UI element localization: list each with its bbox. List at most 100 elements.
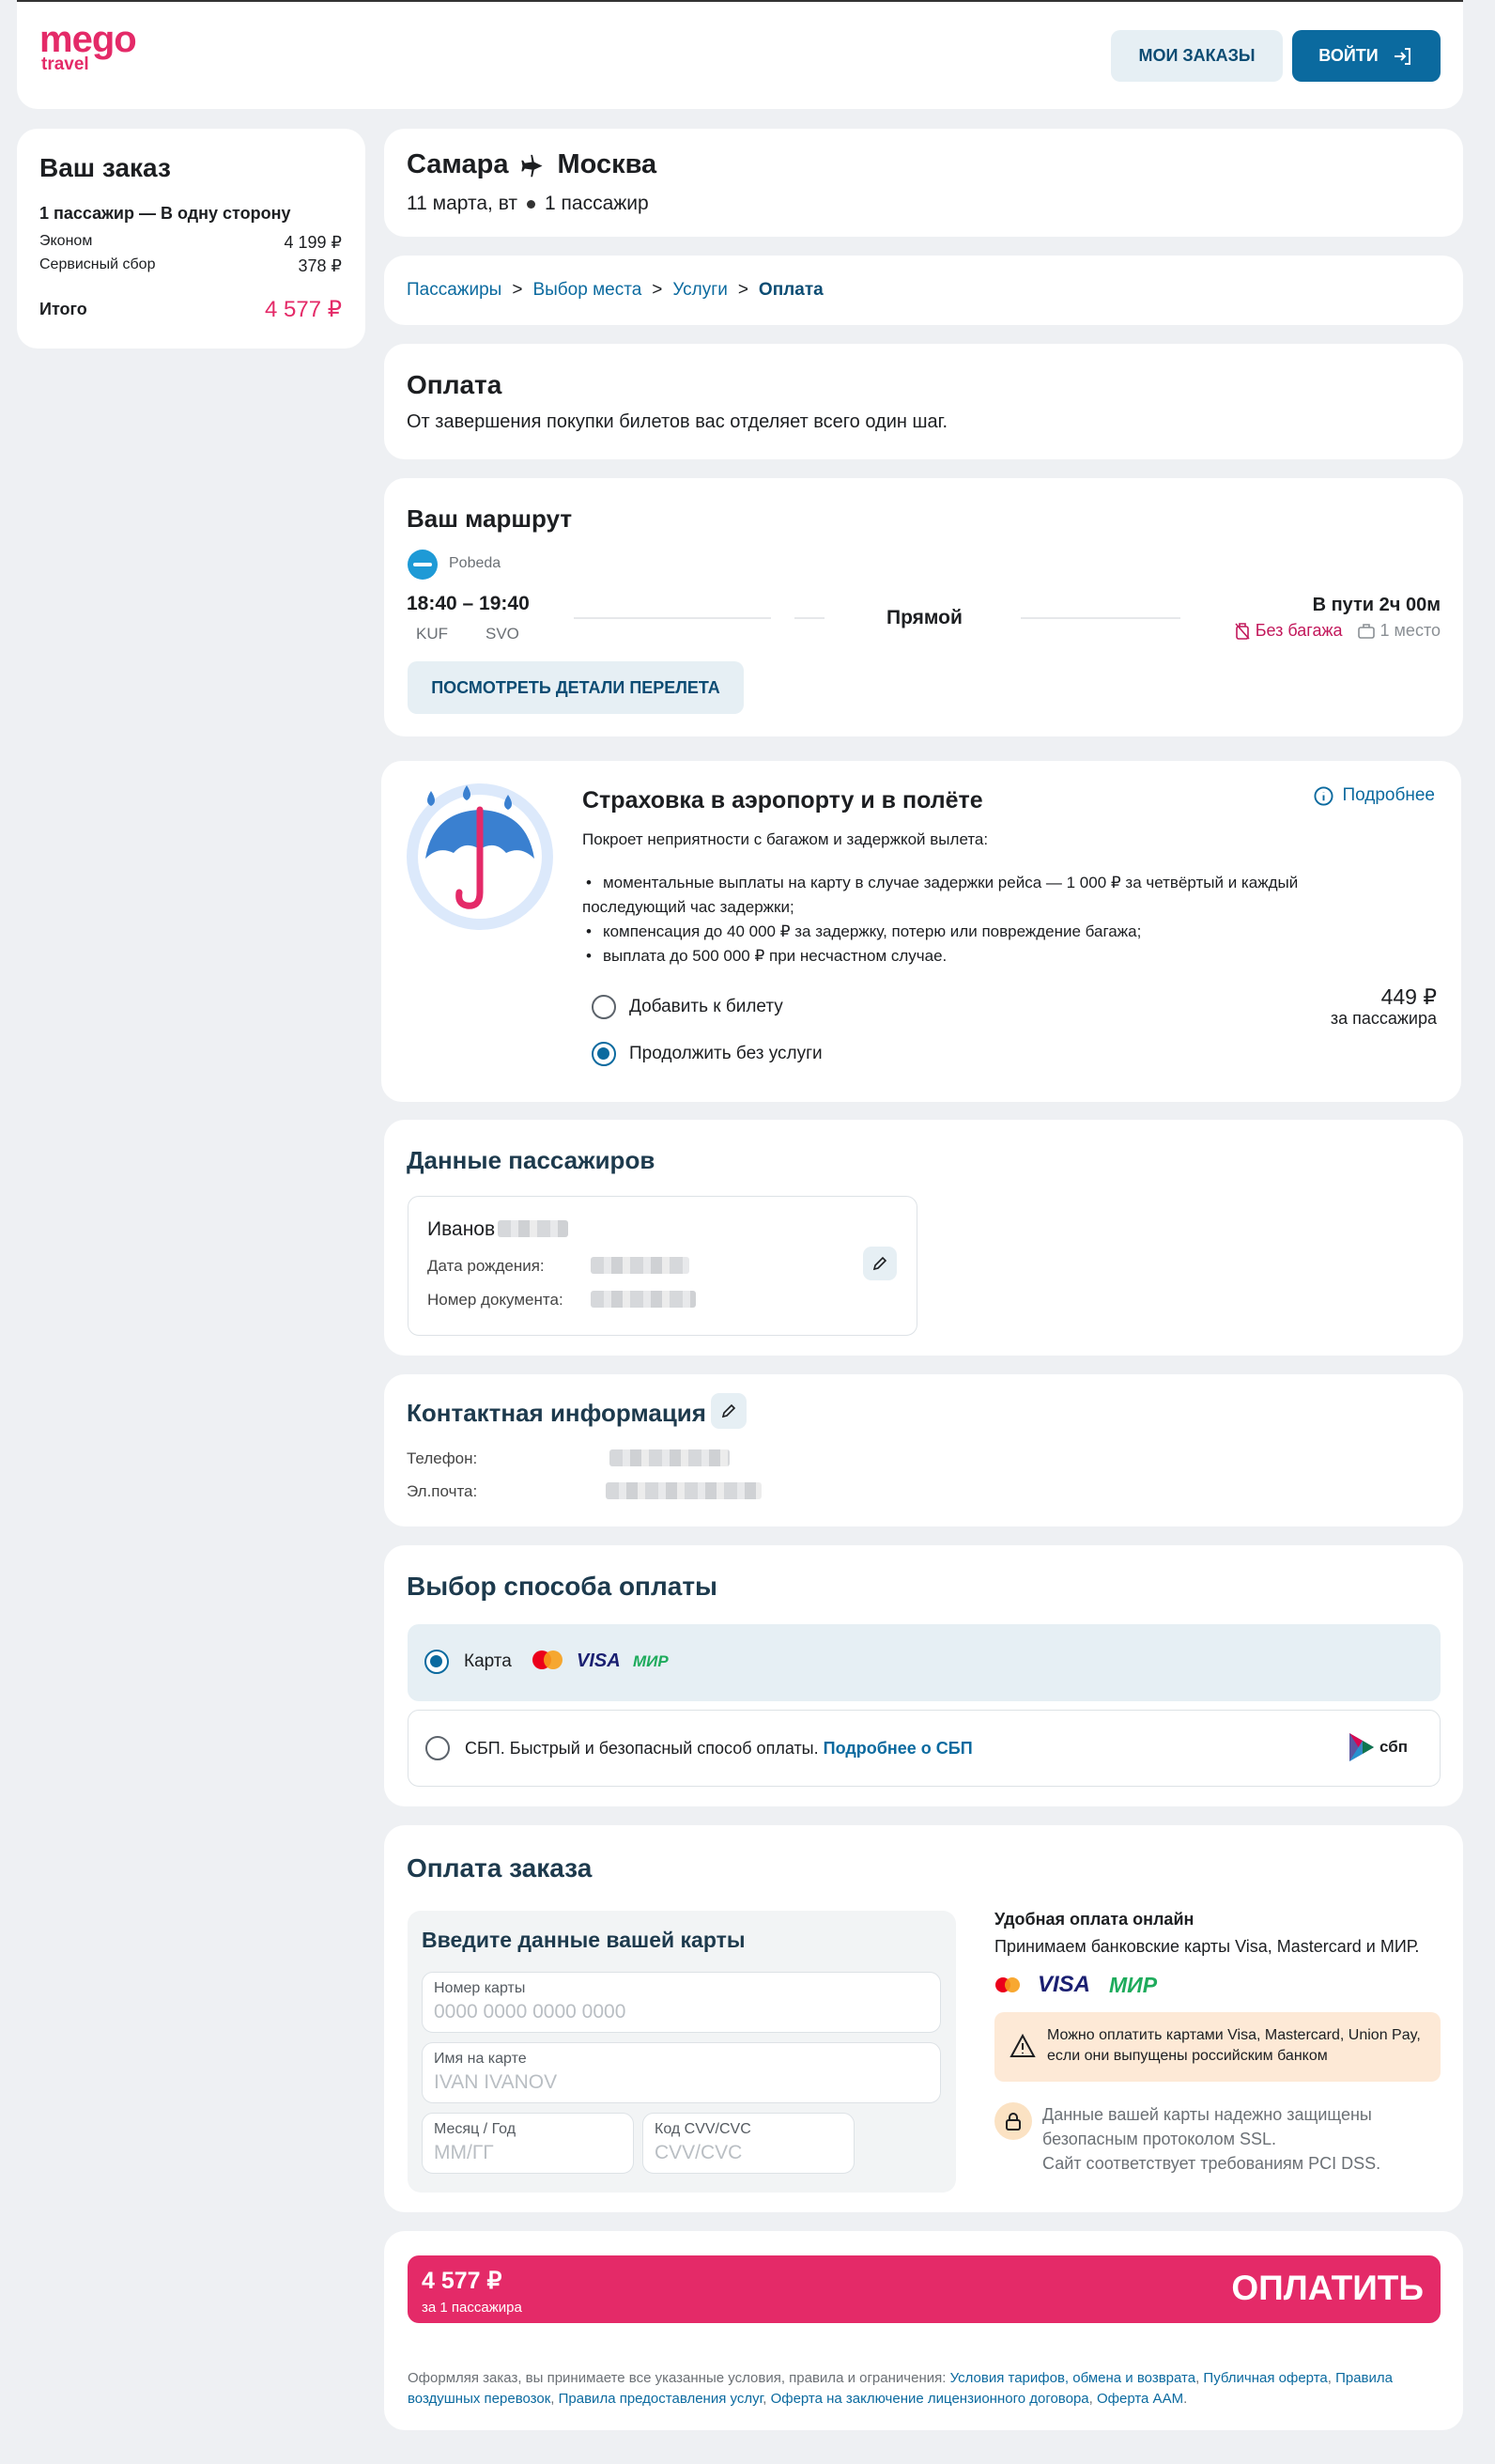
method-card-option[interactable]: Карта VISA МИР <box>408 1624 1441 1701</box>
sbp-more-link[interactable]: Подробнее о СБП <box>824 1739 973 1758</box>
login-icon <box>1394 47 1410 65</box>
terms-prefix: Оформляя заказ, вы принимаете все указан… <box>408 2370 947 2386</box>
pencil-icon <box>721 1403 736 1418</box>
flight-details-button[interactable]: ПОСМОТРЕТЬ ДЕТАЛИ ПЕРЕЛЕТА <box>408 661 744 714</box>
mastercard-icon <box>995 1977 1020 1992</box>
card-expiry-placeholder: ММ/ГГ <box>434 2142 494 2163</box>
insurance-title: Страховка в аэропорту и в полёте <box>582 787 983 814</box>
route-card-title: Ваш маршрут <box>407 504 573 533</box>
info-icon <box>1314 785 1333 806</box>
insurance-add-radio[interactable] <box>592 995 616 1019</box>
handbag-label: 1 место <box>1379 621 1441 640</box>
pay-button[interactable]: 4 577 ₽ за 1 пассажира ОПЛАТИТЬ <box>408 2255 1441 2323</box>
flight-details-label: ПОСМОТРЕТЬ ДЕТАЛИ ПЕРЕЛЕТА <box>431 677 720 697</box>
route-cities: Самара Москва <box>407 149 656 180</box>
order-line-economy: Эконом 4 199 ₽ <box>39 233 342 253</box>
sbp-radio[interactable] <box>425 1736 450 1760</box>
edit-contact-button[interactable] <box>711 1393 747 1429</box>
from-city: Самара <box>407 149 509 179</box>
breadcrumb-separator: > <box>512 280 523 300</box>
order-total: Итого 4 577 ₽ <box>39 296 342 323</box>
terms-link-service-rules[interactable]: Правила предоставления услуг <box>559 2391 763 2407</box>
baggage-info: Без багажа 1 место <box>1235 621 1441 641</box>
card-cvv-placeholder: CVV/CVC <box>655 2142 743 2163</box>
handbag-icon <box>1357 623 1375 639</box>
mastercard-icon <box>532 1650 563 1669</box>
login-button[interactable]: ВОЙТИ <box>1292 30 1441 82</box>
email-label: Эл.почта: <box>407 1482 478 1500</box>
terms-text: Оформляя заказ, вы принимаете все указан… <box>408 2370 1393 2407</box>
payment-intro-text: От завершения покупки билетов вас отделя… <box>407 411 948 432</box>
mir-icon: МИР <box>1109 1973 1158 1997</box>
passengers-title: Данные пассажиров <box>407 1146 655 1174</box>
card-number-label: Номер карты <box>434 1980 526 1996</box>
passenger-name-blur <box>498 1220 568 1237</box>
insurance-skip-radio[interactable] <box>592 1042 616 1066</box>
sbp-logo-text: сбп <box>1379 1738 1408 1756</box>
breadcrumb-services[interactable]: Услуги <box>672 280 727 301</box>
route-date: 11 марта, вт <box>407 193 518 214</box>
terms-link-offer[interactable]: Публичная оферта <box>1203 2370 1327 2386</box>
benefit-item: • компенсация до 40 000 ₽ за задержку, по… <box>586 922 1142 940</box>
contact-card: Контактная информация Телефон: Эл.почта: <box>384 1374 1463 1526</box>
total-value: 4 577 ₽ <box>265 297 342 322</box>
insurance-intro: Покроет неприятности с багажом и задержк… <box>582 830 989 848</box>
card-expiry-field[interactable]: Месяц / Год ММ/ГГ <box>422 2113 634 2174</box>
flight-times: 18:40 – 19:40 <box>407 593 530 614</box>
logo[interactable]: mego travel <box>39 19 137 73</box>
payment-intro-title: Оплата <box>407 370 502 399</box>
terms-link-aam[interactable]: Оферта ААМ <box>1097 2391 1183 2407</box>
terms-link-tariffs[interactable]: Условия тарифов, обмена и возврата <box>950 2370 1196 2386</box>
route-line-left <box>574 617 771 619</box>
insurance-more-link[interactable]: Подробнее <box>1314 785 1435 806</box>
order-subtitle: 1 пассажир — В одну сторону <box>39 204 291 223</box>
to-city: Москва <box>557 149 657 179</box>
breadcrumb: Пассажиры > Выбор места > Услуги > Оплат… <box>384 256 1463 325</box>
breadcrumb-passengers[interactable]: Пассажиры <box>407 280 501 301</box>
my-orders-label: МОИ ЗАКАЗЫ <box>1138 46 1256 65</box>
sbp-text: СБП. Быстрый и безопасный способ оплаты. <box>465 1739 819 1758</box>
logo-mego: mego <box>39 19 137 60</box>
terms-link-license-offer[interactable]: Оферта на заключение лицензионного догов… <box>771 2391 1089 2407</box>
benefit-item: • выплата до 500 000 ₽ при несчастном слу… <box>586 947 948 965</box>
card-cvv-label: Код CVV/CVC <box>655 2121 751 2137</box>
sbp-text-row: СБП. Быстрый и безопасный способ оплаты.… <box>465 1739 973 1759</box>
birth-label: Дата рождения: <box>427 1257 545 1275</box>
card-radio[interactable] <box>424 1650 449 1674</box>
order-line-fee: Сервисный сбор 378 ₽ <box>39 256 342 276</box>
order-title: Ваш заказ <box>39 153 171 182</box>
economy-label: Эконом <box>39 233 93 249</box>
card-form: Введите данные вашей карты Номер карты 0… <box>408 1911 956 2193</box>
no-baggage-icon <box>1235 622 1250 640</box>
top-header: mego travel МОИ ЗАКАЗЫ ВОЙТИ <box>17 0 1463 109</box>
payment-method-title: Выбор способа оплаты <box>407 1572 717 1601</box>
airline-logo-icon <box>408 550 438 580</box>
card-number-field[interactable]: Номер карты 0000 0000 0000 0000 <box>422 1972 941 2033</box>
card-cvv-field[interactable]: Код CVV/CVC CVV/CVC <box>642 2113 855 2174</box>
passenger-name: Иванов <box>427 1218 496 1240</box>
payment-intro: Оплата От завершения покупки билетов вас… <box>384 344 1463 459</box>
insurance-price: 449 ₽ <box>1380 984 1437 1009</box>
route-line-right <box>1021 617 1180 619</box>
phone-blur <box>609 1449 730 1466</box>
order-summary: Ваш заказ 1 пассажир — В одну сторону Эк… <box>17 129 365 349</box>
pay-amount: 4 577 ₽ <box>422 2268 502 2294</box>
card-expiry-label: Месяц / Год <box>434 2121 516 2137</box>
insurance-add-label[interactable]: Добавить к билету <box>629 997 783 1017</box>
insurance-skip-label[interactable]: Продолжить без услуги <box>629 1044 823 1064</box>
visa-icon: VISA <box>1038 1972 1091 1997</box>
login-label: ВОЙТИ <box>1318 46 1379 65</box>
method-sbp-option[interactable]: СБП. Быстрый и безопасный способ оплаты.… <box>408 1710 1441 1787</box>
passenger-card: Иванов Дата рождения: Номер документа: <box>408 1196 917 1336</box>
mir-icon: МИР <box>633 1652 669 1670</box>
airline-name: Pobeda <box>449 555 501 571</box>
edit-passenger-button[interactable] <box>863 1247 897 1280</box>
secure-text: Данные вашей карты надежно защищены безо… <box>1042 2102 1380 2176</box>
breadcrumb-seats[interactable]: Выбор места <box>532 280 641 301</box>
card-name-field[interactable]: Имя на карте IVAN IVANOV <box>422 2042 941 2103</box>
warning-icon <box>1010 2034 1036 2057</box>
my-orders-button[interactable]: МОИ ЗАКАЗЫ <box>1111 30 1283 82</box>
payment-method-card: Выбор способа оплаты Карта VISA МИР СБП.… <box>384 1545 1463 1806</box>
plane-icon <box>521 154 543 177</box>
insurance-card: Страховка в аэропорту и в полёте Подробн… <box>381 761 1461 1102</box>
